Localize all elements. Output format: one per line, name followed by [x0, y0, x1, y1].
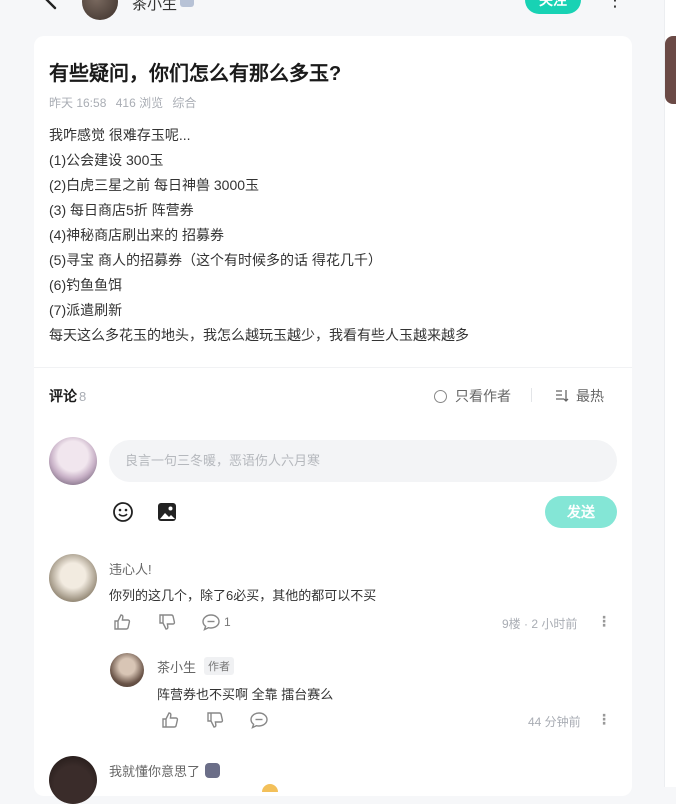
- author-only-label: 只看作者: [455, 388, 511, 404]
- reply-time: 44 分钟前: [528, 715, 581, 729]
- post-line: (7)派遣刷新: [49, 302, 123, 318]
- radio-icon[interactable]: [434, 389, 447, 403]
- post-views: 416 浏览: [115, 96, 164, 110]
- author-only-toggle[interactable]: 只看作者: [434, 386, 511, 406]
- reply-text: 阵营券也不买啊 全靠 擂台赛么: [157, 687, 334, 702]
- send-button[interactable]: 发送: [545, 496, 617, 528]
- top-bar: 茶小生 关注 ⋮: [0, 0, 660, 34]
- dislike-icon[interactable]: [157, 612, 177, 632]
- comments-heading: 评论 8: [49, 386, 86, 406]
- reply-author-name[interactable]: 茶小生: [157, 657, 196, 676]
- floor-time: 9楼 · 2 小时前: [502, 617, 578, 631]
- post-line: (1)公会建设 300玉: [49, 152, 164, 168]
- sort-label: 最热: [576, 388, 604, 404]
- divider: [531, 388, 532, 402]
- right-sidebar: [664, 0, 676, 787]
- post-line: 每天这么多花玉的地头，我怎么越玩玉越少，我看有些人玉越来越多: [49, 327, 469, 343]
- post-category[interactable]: 综合: [172, 96, 196, 110]
- post-time: 昨天 16:58: [49, 96, 107, 110]
- comment-input[interactable]: 良言一句三冬暖，恶语伤人六月寒: [109, 440, 617, 482]
- post-line: (3) 每日商店5折 阵营券: [49, 202, 194, 218]
- avatar[interactable]: [49, 554, 97, 602]
- like-icon[interactable]: [112, 612, 132, 632]
- reply-icon[interactable]: [201, 612, 221, 632]
- reply-icon[interactable]: [249, 710, 269, 730]
- reply-count: 1: [224, 615, 231, 629]
- author-tag: 作者: [204, 657, 234, 675]
- emoji-icon[interactable]: [112, 501, 134, 523]
- follow-button[interactable]: 关注: [525, 0, 581, 14]
- author-badge-icon: [180, 0, 194, 7]
- post-line: (2)白虎三星之前 每日神兽 3000玉: [49, 177, 260, 193]
- comments-label: 评论: [49, 388, 77, 404]
- image-icon[interactable]: [156, 501, 178, 523]
- avatar[interactable]: [49, 756, 97, 804]
- more-options-icon[interactable]: ⋮: [597, 613, 611, 630]
- post-line: (5)寻宝 商人的招募券（这个有时候多的话 得花几千）: [49, 252, 382, 268]
- post-line: (6)钓鱼鱼饵: [49, 277, 123, 293]
- like-icon[interactable]: [160, 710, 180, 730]
- my-avatar: [49, 437, 97, 485]
- comments-count: 8: [79, 389, 87, 404]
- divider: [34, 367, 632, 368]
- post-line: (4)神秘商店刷出来的 招募券: [49, 227, 224, 243]
- comment-text: 你列的这几个，除了6必买，其他的都可以不买: [109, 588, 377, 603]
- post-line: 我咋感觉 很难存玉呢...: [49, 127, 191, 143]
- sort-toggle[interactable]: 最热: [554, 386, 604, 406]
- right-sidebar-card[interactable]: [665, 36, 676, 104]
- back-arrow-icon[interactable]: [40, 0, 64, 12]
- avatar[interactable]: [110, 653, 144, 687]
- emoji-sticker-icon: [205, 763, 221, 778]
- post-meta: 昨天 16:58 416 浏览 综合: [49, 94, 202, 111]
- post-title: 有些疑问，你们怎么有那么多玉?: [49, 63, 342, 85]
- emoji-sticker-icon: [262, 784, 278, 792]
- commenter-name-text: 我就懂你意思了: [109, 764, 201, 779]
- dislike-icon[interactable]: [205, 710, 225, 730]
- commenter-name[interactable]: 我就懂你意思了: [109, 761, 221, 780]
- more-options-icon[interactable]: ⋮: [597, 711, 611, 728]
- post-card: 有些疑问，你们怎么有那么多玉? 昨天 16:58 416 浏览 综合 我咋感觉 …: [34, 36, 632, 804]
- more-options-icon[interactable]: ⋮: [606, 0, 624, 11]
- author-name[interactable]: 茶小生: [132, 0, 177, 14]
- post-body: 我咋感觉 很难存玉呢... (1)公会建设 300玉 (2)白虎三星之前 每日神…: [49, 123, 609, 348]
- commenter-name[interactable]: 违心人!: [109, 559, 152, 578]
- sort-icon: [556, 390, 569, 402]
- author-avatar[interactable]: [82, 0, 118, 20]
